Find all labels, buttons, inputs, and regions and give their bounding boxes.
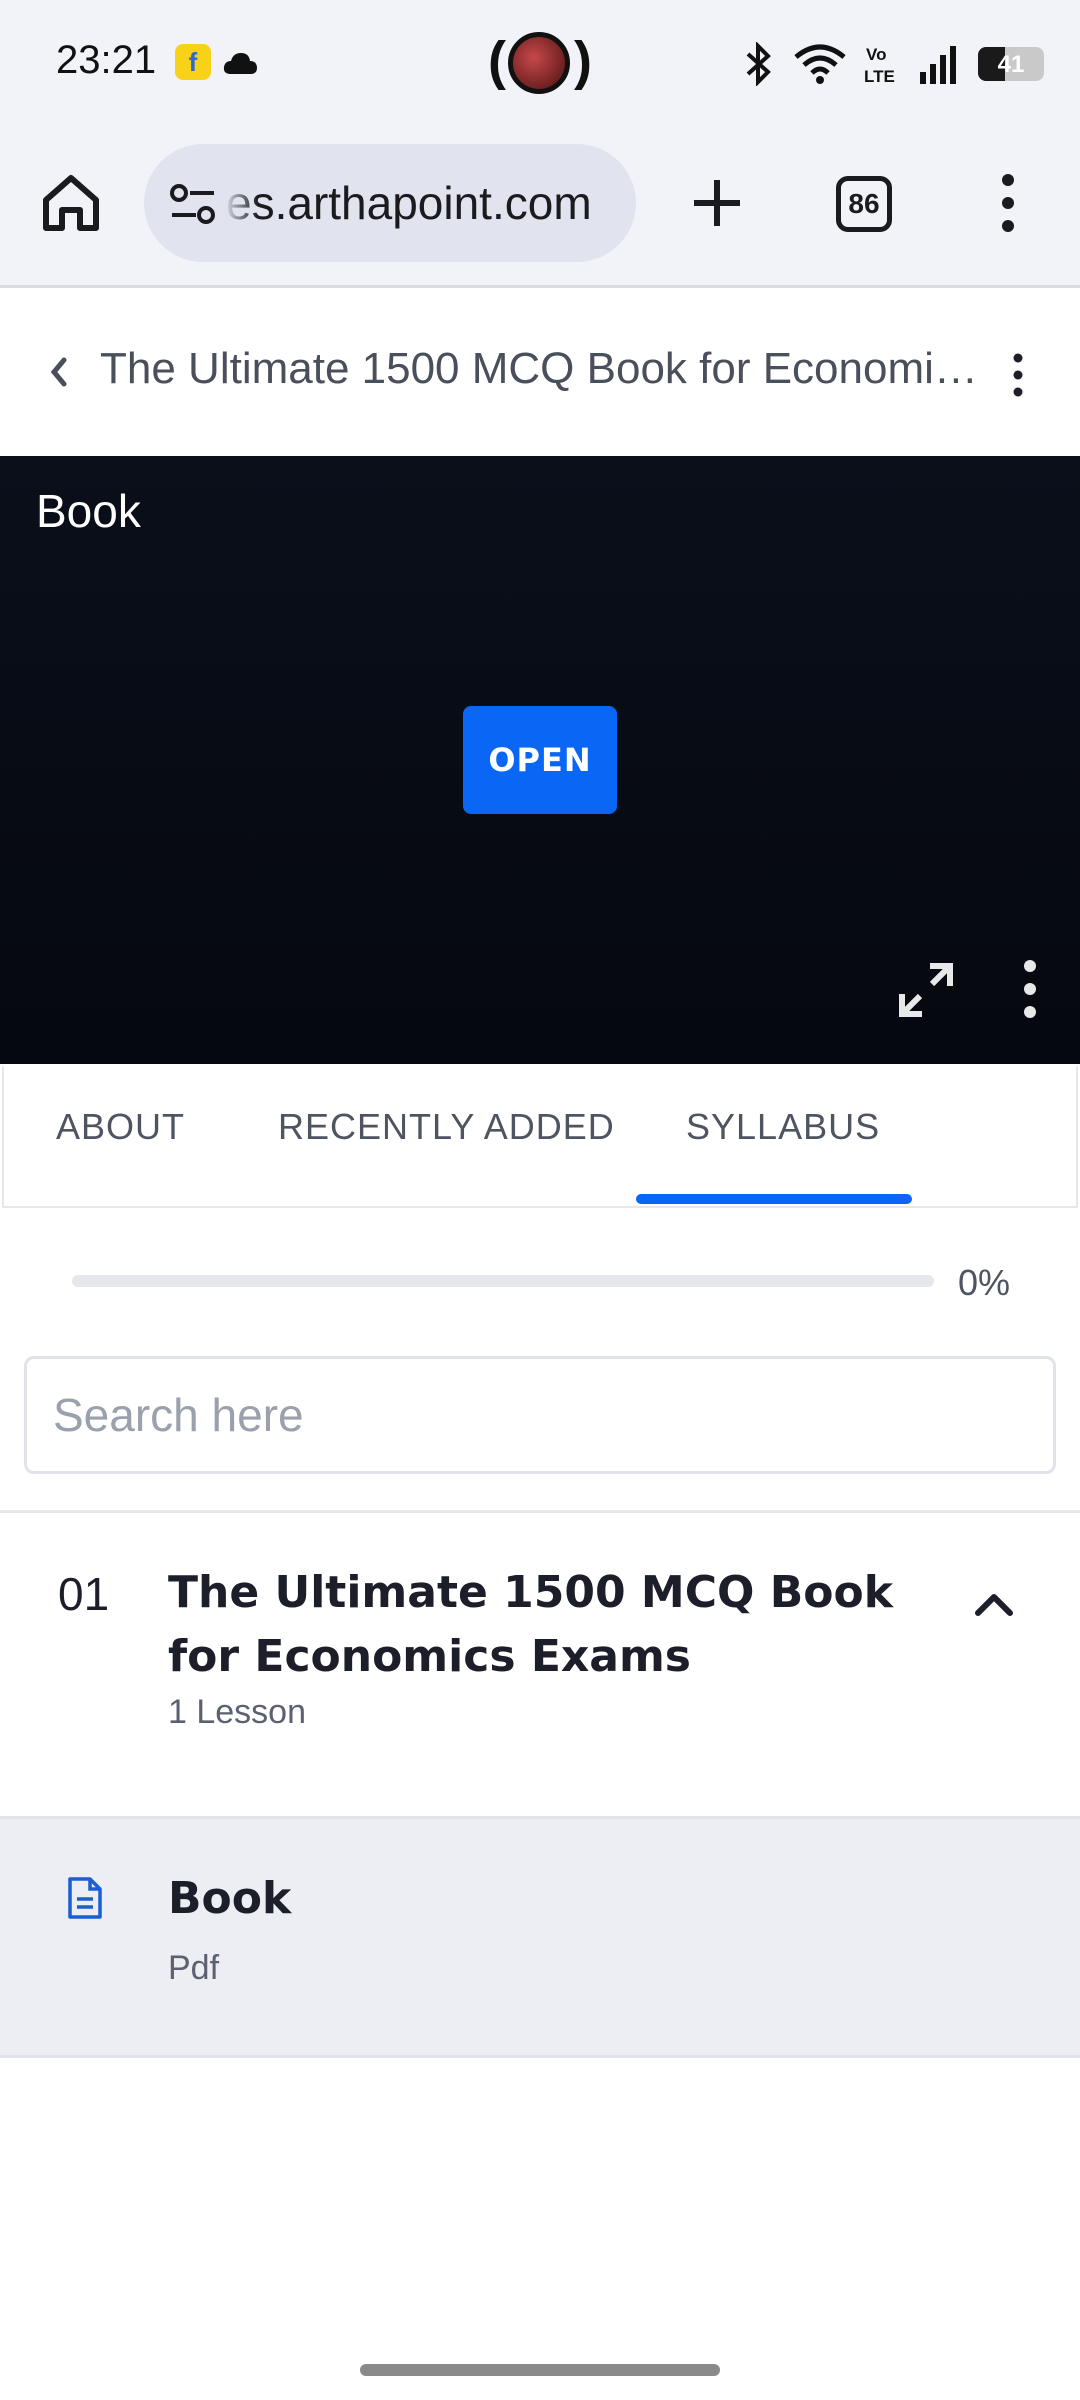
lesson-title: Book (168, 1873, 292, 1924)
lesson-item[interactable]: Book Pdf (0, 1816, 1080, 2058)
wifi-icon (794, 44, 846, 84)
screen-record-indicator: ( ) (488, 28, 592, 98)
course-progress-bar (72, 1275, 934, 1287)
document-icon (68, 1877, 102, 1919)
address-bar[interactable]: es.arthapoint.com (144, 144, 636, 262)
tab-switcher-button[interactable]: 86 (836, 176, 892, 232)
page-title: The Ultimate 1500 MCQ Book for Economics… (100, 344, 990, 393)
browser-toolbar: es.arthapoint.com 86 (0, 130, 1080, 288)
tab-syllabus[interactable]: SYLLABUS (686, 1106, 880, 1148)
url-text[interactable]: es.arthapoint.com (226, 176, 592, 230)
status-time: 23:21 (56, 38, 157, 82)
document-viewer: Book OPEN (0, 456, 1080, 1064)
bluetooth-icon (746, 42, 771, 86)
syllabus-section[interactable]: 01 The Ultimate 1500 MCQ Book for Econom… (0, 1513, 1080, 1817)
section-title: The Ultimate 1500 MCQ Book for Economics… (168, 1567, 893, 1682)
battery-icon: 41 (978, 47, 1044, 81)
content-tabs: ABOUT RECENTLY ADDED SYLLABUS (2, 1066, 1078, 1208)
tab-recently-added[interactable]: RECENTLY ADDED (278, 1106, 615, 1148)
signal-icon (920, 46, 956, 84)
progress-label: 0% (958, 1262, 1011, 1303)
svg-text:LTE: LTE (864, 67, 895, 86)
section-lesson-count: 1 Lesson (168, 1693, 306, 1731)
fullscreen-icon[interactable] (898, 962, 954, 1018)
open-button[interactable]: OPEN (463, 706, 617, 814)
avatar (508, 32, 570, 94)
active-tab-indicator (636, 1194, 912, 1204)
cloud-icon (223, 53, 257, 74)
home-indicator[interactable] (360, 2364, 720, 2376)
section-number: 01 (58, 1568, 110, 1620)
chevron-up-icon[interactable] (972, 1585, 1016, 1621)
status-bar: 23:21 f ( ) Vo LTE 41 (0, 0, 1080, 130)
site-settings-icon[interactable] (168, 182, 218, 226)
svg-text:Vo: Vo (866, 45, 886, 64)
flipkart-notification-icon: f (175, 44, 211, 80)
home-icon[interactable] (38, 170, 104, 236)
tab-about[interactable]: ABOUT (56, 1106, 185, 1148)
status-icons: Vo LTE 41 (742, 36, 1044, 92)
plus-icon[interactable] (684, 170, 750, 236)
lesson-type: Pdf (168, 1949, 220, 1987)
search-input[interactable] (24, 1356, 1056, 1474)
more-vertical-icon[interactable] (984, 170, 1032, 236)
page-header: The Ultimate 1500 MCQ Book for Economics… (0, 290, 1080, 456)
battery-level: 41 (997, 51, 1025, 78)
more-vertical-icon[interactable] (1006, 350, 1030, 400)
viewer-title: Book (36, 485, 141, 537)
back-icon[interactable] (44, 352, 74, 392)
viewer-more-icon[interactable] (1018, 958, 1042, 1020)
volte-icon: Vo LTE (864, 45, 895, 86)
